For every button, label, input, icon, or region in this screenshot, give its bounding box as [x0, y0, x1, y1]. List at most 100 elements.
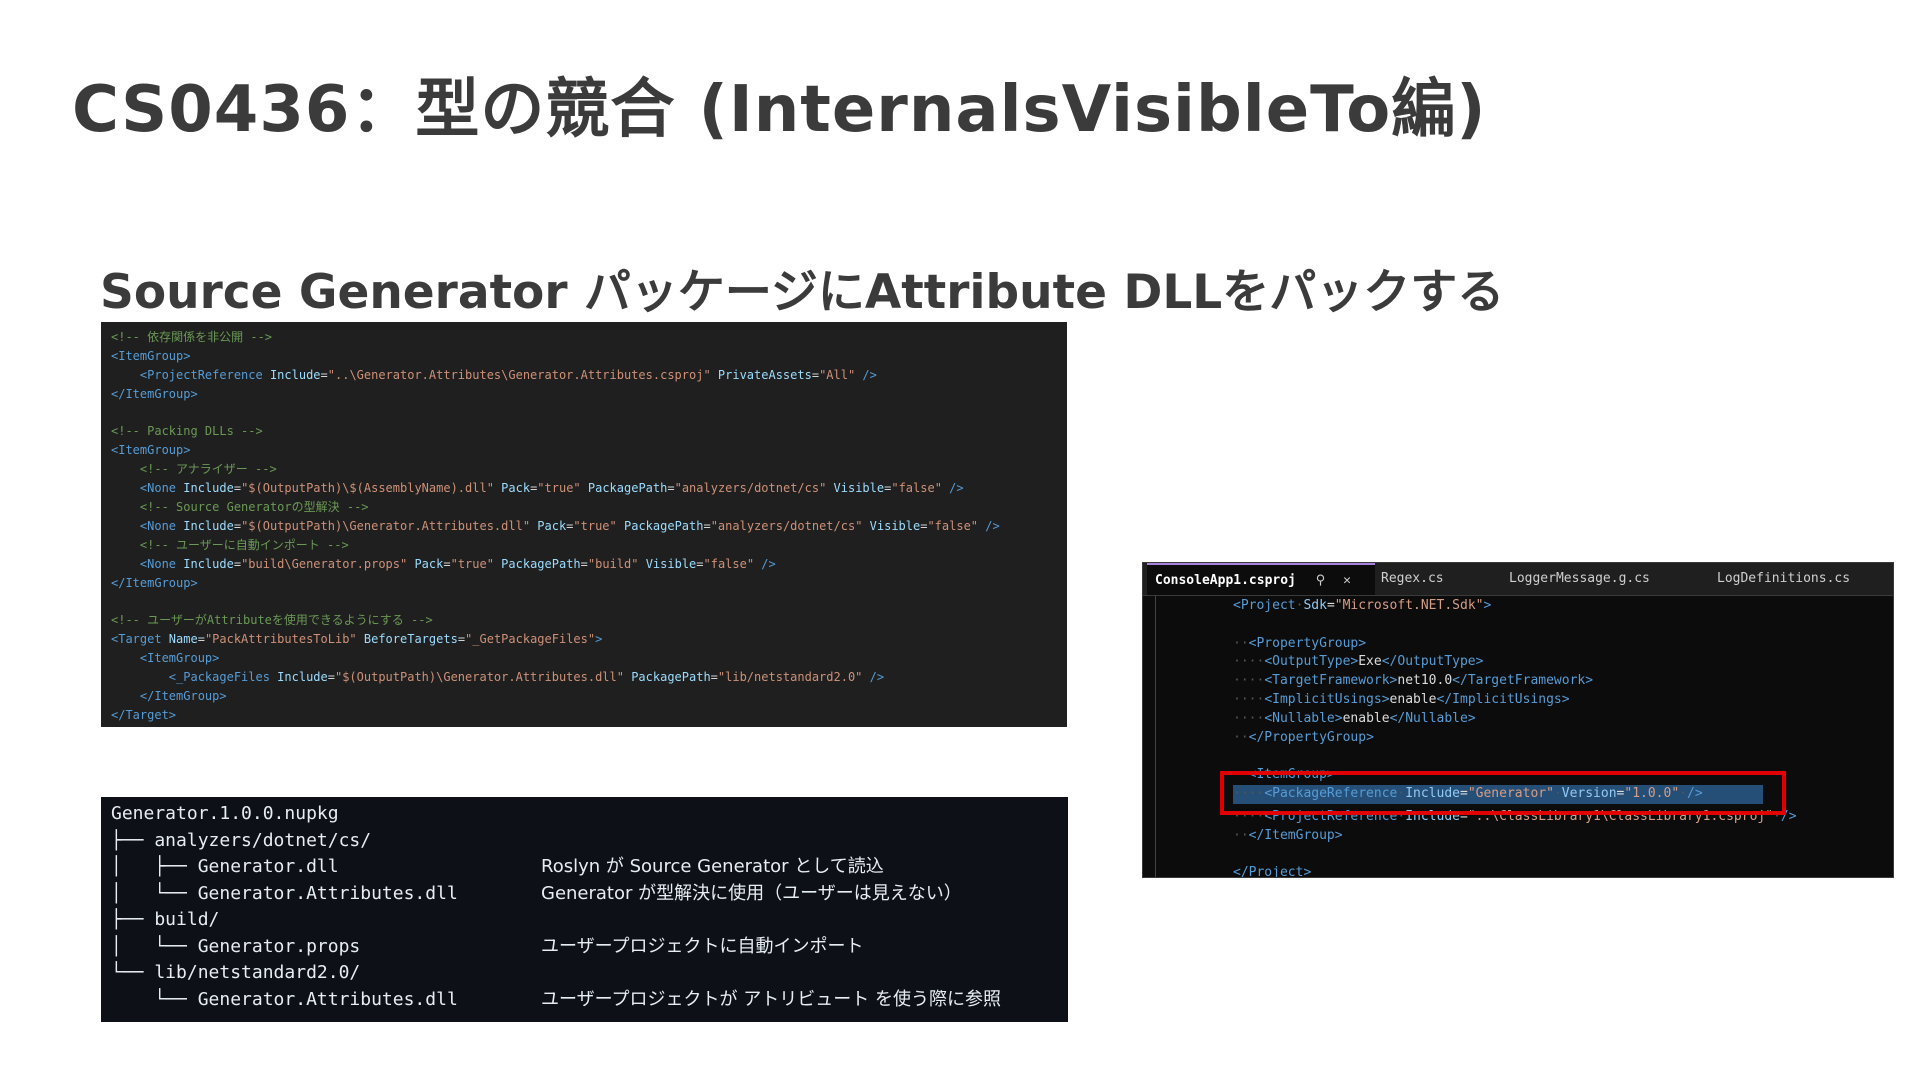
pin-icon[interactable]: ⚲ [1316, 565, 1326, 597]
code-attr-name: Visible [826, 481, 885, 496]
xml-tag-end: > [1366, 729, 1374, 745]
xml-tag: </OutputType [1381, 654, 1476, 670]
editor-line [1233, 845, 1893, 864]
code-line: <!-- ユーザーがAttributeを使用できるようにする --> [111, 611, 1057, 630]
code-attr-name: Include [269, 670, 328, 685]
xml-tag: <Project [1233, 598, 1296, 613]
tree-path: Generator.1.0.0.nupkg [111, 803, 339, 824]
xml-tag-end: > [1475, 654, 1484, 670]
code-attr-value: "false" [703, 556, 755, 571]
code-line: </ItemGroup> [111, 687, 1057, 706]
editor-blank [1233, 846, 1241, 861]
tab-label: Regex.cs [1381, 571, 1444, 586]
xml-tag: <PropertyGroup [1248, 635, 1359, 651]
code-equals: = [443, 556, 451, 571]
code-attr-value: "_GetPackageFiles" [465, 632, 596, 647]
code-attr-name: PackagePath [623, 670, 711, 685]
close-icon[interactable]: ✕ [1343, 565, 1351, 597]
code-attr-value: "analyzers/dotnet/cs" [710, 518, 863, 533]
xml-tag-end: > [1585, 673, 1594, 689]
code-attr-name: Include [262, 367, 321, 382]
code-blank [111, 594, 118, 608]
xml-tag: <TargetFramework [1264, 673, 1390, 689]
tree-path: │ └── Generator.props [111, 935, 361, 957]
whitespace-dots: ·· [1233, 827, 1249, 843]
xml-equals: = [1326, 598, 1335, 613]
code-attr-name: Include [176, 481, 234, 496]
tree-line: │ └── Generator.props ユーザープロジェクトに自動インポート [111, 934, 1058, 961]
code-tag: </ItemGroup> [111, 575, 198, 590]
code-attr-value: "build" [587, 556, 639, 571]
tab-consoleapp1-csproj[interactable]: ConsoleApp1.csproj ⚲ ✕ [1147, 563, 1375, 595]
code-comment: <!-- Source Generatorの型解決 --> [139, 500, 369, 515]
code-attr-value: "$(OutputPath)\Generator.Attributes.dll" [334, 670, 624, 685]
code-tag-end: /> [978, 518, 1000, 533]
code-line: <!-- ユーザーに自動インポート --> [111, 536, 1057, 555]
editor-line: ····<Nullable>enable</Nullable> [1233, 710, 1893, 729]
tree-path: └── lib/netstandard2.0/ [111, 962, 361, 983]
code-equals: = [710, 670, 718, 685]
code-line: <None Include="$(OutputPath)\Generator.A… [111, 517, 1057, 536]
editor-blank [1233, 748, 1241, 763]
slide-subtitle: Source Generator パッケージにAttribute DLLをパック… [100, 265, 1505, 320]
code-line: <ItemGroup> [111, 649, 1057, 668]
tree-path: │ ├── Generator.dll [111, 856, 339, 877]
editor-line: ····<TargetFramework > net10.0</TargetFram… [1233, 672, 1893, 691]
editor-line [1233, 747, 1893, 766]
tree-path: │ └── Generator.Attributes.dll [111, 882, 458, 904]
code-line: </ItemGroup> [111, 385, 1057, 404]
code-tag: <None [139, 556, 177, 571]
tree-line: ├── build/ [111, 907, 1058, 934]
code-attr-name: PackagePath [580, 481, 668, 496]
xml-tag-end: > [1303, 865, 1312, 878]
code-line [111, 404, 1057, 423]
code-attr-name: Visible [862, 518, 921, 533]
whitespace-dots: ···· [1233, 654, 1265, 670]
code-equals: = [703, 518, 711, 533]
code-equals: = [320, 367, 328, 382]
code-equals: = [811, 367, 820, 382]
editor-line: ····<ImplicitUsings>enable</ImplicitUsin… [1233, 691, 1893, 710]
nupkg-tree-screenshot: Generator.1.0.0.nupkg ├── analyzers/dotne… [101, 797, 1068, 1022]
tab-label: ConsoleApp1.csproj [1155, 573, 1296, 588]
editor-line: ··</PropertyGroup> [1233, 729, 1893, 748]
xml-tag: </TargetFramework [1452, 673, 1586, 689]
code-tag-end: > [595, 632, 603, 647]
code-tag: <None [139, 481, 177, 496]
whitespace-dots: ···· [1233, 691, 1265, 707]
tree-line: Generator.1.0.0.nupkg [111, 801, 1058, 828]
code-attr-value: "build\Generator.props" [241, 556, 408, 571]
code-attr-name: Pack [493, 481, 531, 496]
tab-logdefinitions-cs[interactable]: LogDefinitions.cs [1717, 563, 1850, 595]
tree-line: └── Generator.Attributes.dll ユーザープロジェクトが … [111, 987, 1058, 1014]
code-tag-end: /> [855, 367, 877, 382]
code-attr-value: "PackAttributesToLib" [204, 632, 357, 647]
tab-regex-cs[interactable]: Regex.cs [1381, 563, 1444, 595]
xml-tag-end: > [1358, 635, 1367, 651]
code-comment: <!-- アナライザー --> [139, 462, 277, 477]
code-equals: = [233, 518, 242, 533]
xml-text: Exe [1358, 654, 1382, 670]
code-tag-end: /> [754, 556, 776, 571]
editor-code-area[interactable]: <Project·Sdk="Microsoft.NET.Sdk"> ··<Pro… [1233, 597, 1893, 878]
code-attr-name: Include [176, 518, 234, 533]
xml-text: 10.0 [1420, 673, 1453, 689]
tab-loggermessage-g-cs[interactable]: LoggerMessage.g.cs [1509, 563, 1650, 595]
xml-tag-end: > [1561, 691, 1570, 707]
xml-tag-end: > [1467, 710, 1476, 726]
tree-note: Generator が型解決に使用（ユーザーは見えない） [541, 882, 962, 904]
code-line: <!-- 依存関係を非公開 --> [111, 328, 1057, 347]
xml-tag: </Nullable [1389, 710, 1468, 726]
tree-note: ユーザープロジェクトに自動インポート [541, 935, 864, 957]
code-tag: <ProjectReference [139, 367, 263, 382]
xml-tag-end: > [1483, 598, 1492, 613]
code-tag: <Target [111, 632, 162, 647]
code-attr-value: "analyzers/dotnet/cs" [674, 481, 827, 496]
code-equals: = [580, 556, 588, 571]
tab-label: LogDefinitions.cs [1717, 571, 1851, 586]
xml-text: net [1397, 673, 1421, 689]
